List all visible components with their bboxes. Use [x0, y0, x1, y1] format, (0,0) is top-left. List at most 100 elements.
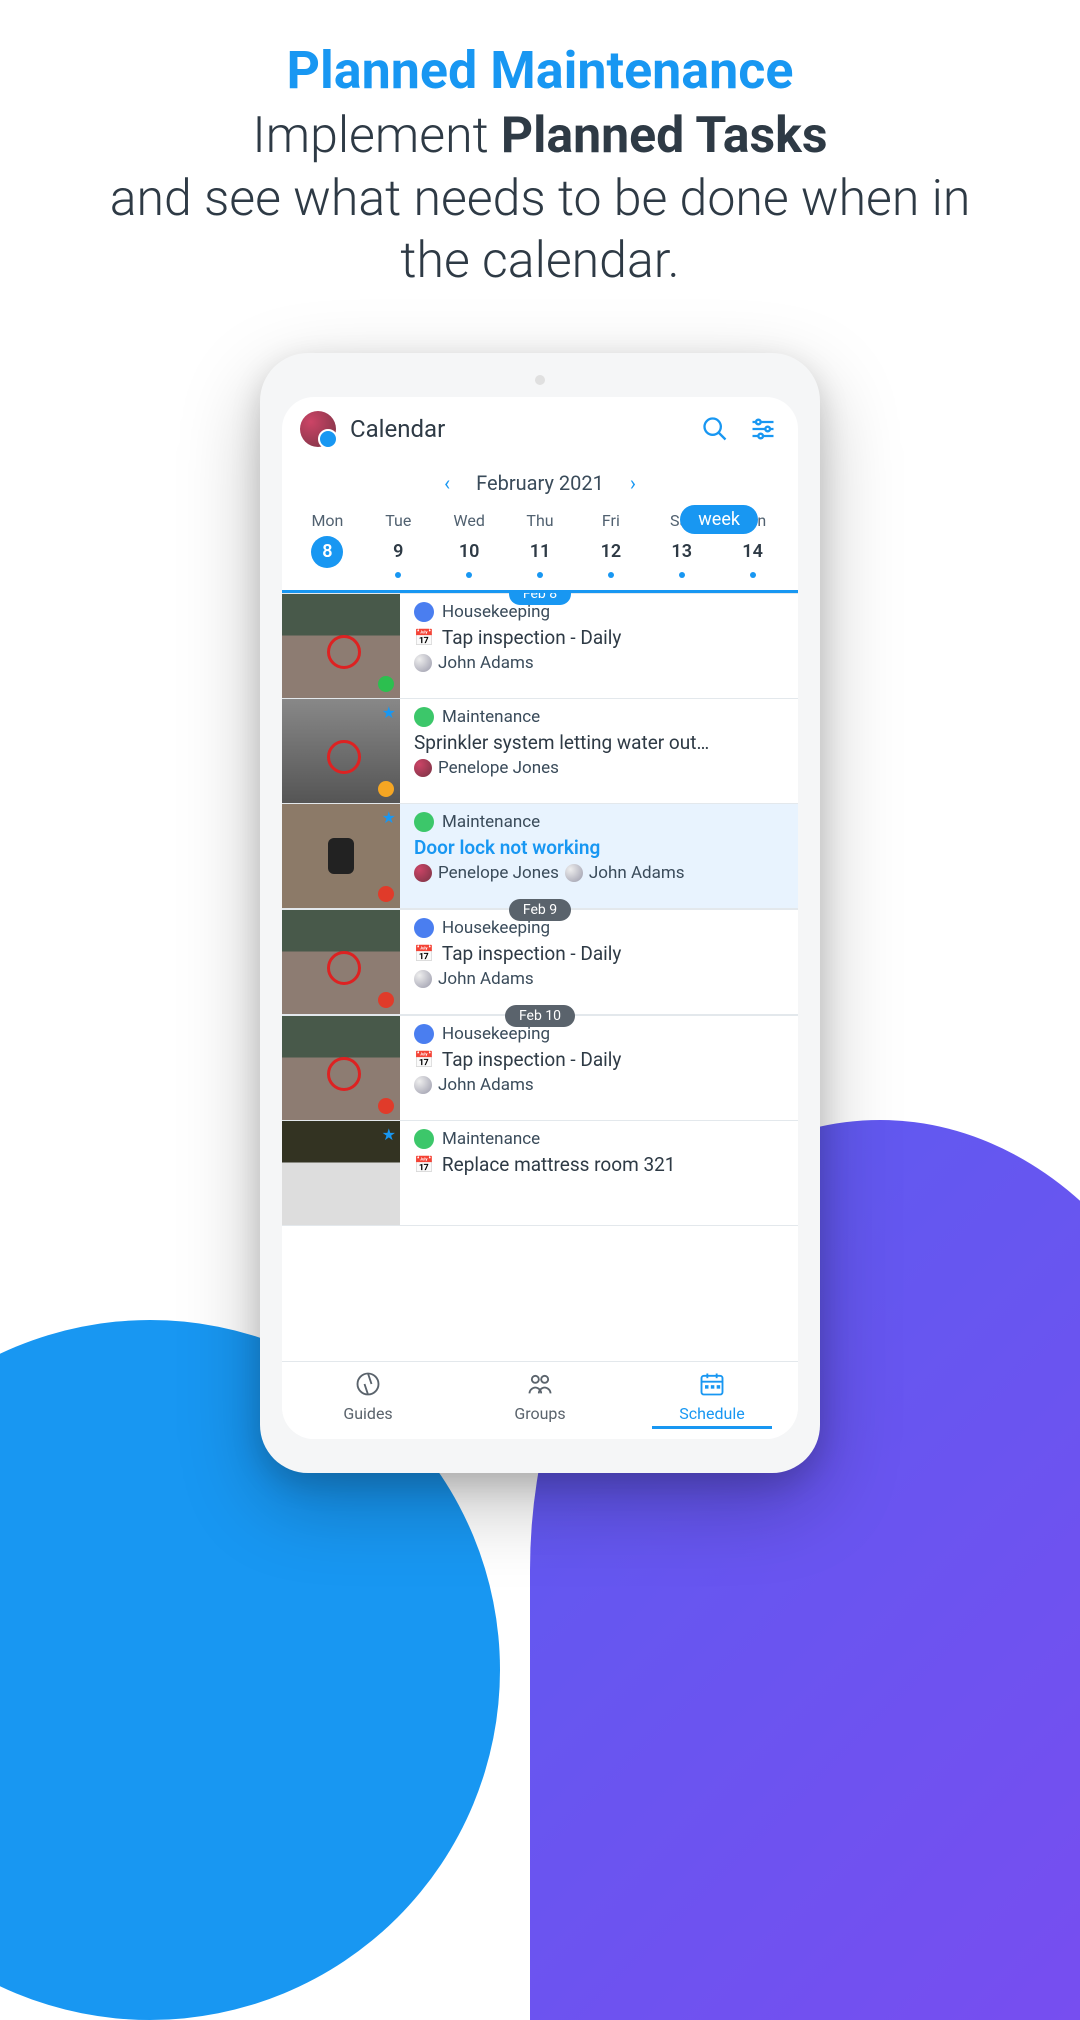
day-column[interactable]: Mon 8 [292, 511, 363, 578]
event-dot [466, 572, 472, 578]
lock-shape [328, 838, 354, 874]
assignee-name: Penelope Jones [438, 758, 559, 778]
date-badge: Feb 8 [509, 593, 571, 605]
task-body: Maintenance Door lock not working Penelo… [400, 804, 798, 908]
assignee: John Adams [414, 653, 534, 673]
task-title-row: 📅 Tap inspection - Daily [414, 942, 786, 965]
assignee-name: John Adams [438, 1075, 534, 1095]
month-label[interactable]: February 2021 [476, 471, 604, 495]
day-number[interactable]: 12 [595, 536, 627, 568]
task-card[interactable]: ★ Maintenance Door lock not working Pene… [282, 804, 798, 909]
category-row: Housekeeping [414, 918, 786, 938]
task-title: Door lock not working [414, 836, 600, 859]
day-number[interactable]: 14 [737, 536, 769, 568]
promo-line1-bold: Planned Tasks [501, 107, 828, 165]
task-title-row: 📅 Replace mattress room 321 [414, 1153, 786, 1176]
status-dot [378, 676, 394, 692]
view-mode-pill[interactable]: week [680, 505, 758, 534]
prev-month-button[interactable]: ‹ [436, 467, 458, 499]
assignee-avatar [414, 654, 432, 672]
thumb-marker [327, 1057, 361, 1091]
category-row: Maintenance [414, 707, 786, 727]
task-title: Tap inspection - Daily [442, 1048, 622, 1071]
guides-icon [282, 1370, 454, 1402]
phone-speaker [535, 375, 545, 385]
task-body: Housekeeping 📅 Tap inspection - Daily Jo… [400, 1016, 798, 1120]
day-number[interactable]: 9 [382, 536, 414, 568]
day-name: Fri [575, 511, 646, 530]
profile-avatar[interactable] [300, 411, 336, 447]
day-column[interactable]: Fri 12 [575, 511, 646, 578]
status-dot [378, 781, 394, 797]
task-thumbnail: ★ [282, 699, 400, 803]
day-number[interactable]: 8 [311, 536, 343, 568]
day-name: Thu [505, 511, 576, 530]
nav-item-schedule[interactable]: Schedule [626, 1362, 798, 1439]
assignee-avatar [414, 970, 432, 988]
task-card[interactable]: Housekeeping 📅 Tap inspection - Daily Jo… [282, 910, 798, 1015]
category-label: Housekeeping [442, 602, 550, 622]
task-body: Maintenance Sprinkler system letting wat… [400, 699, 798, 803]
category-row: Housekeeping [414, 1024, 786, 1044]
thumb-marker [327, 635, 361, 669]
assignee: Penelope Jones [414, 863, 559, 883]
day-number[interactable]: 10 [453, 536, 485, 568]
task-card[interactable]: Housekeeping 📅 Tap inspection - Daily Jo… [282, 1016, 798, 1121]
assignee: John Adams [414, 1075, 534, 1095]
star-icon: ★ [382, 1125, 396, 1144]
category-icon [414, 1024, 434, 1044]
calendar-icon: 📅 [414, 1050, 434, 1069]
groups-icon [454, 1370, 626, 1402]
day-column[interactable]: Tue 9 [363, 511, 434, 578]
nav-item-groups[interactable]: Groups [454, 1362, 626, 1439]
task-card[interactable]: Housekeeping 📅 Tap inspection - Daily Jo… [282, 594, 798, 699]
phone-frame: Calendar ‹ February 2021 › week Mon 8 Tu… [260, 353, 820, 1473]
category-label: Maintenance [442, 707, 540, 727]
thumb-marker [327, 951, 361, 985]
day-column[interactable]: Thu 11 [505, 511, 576, 578]
day-number[interactable]: 13 [666, 536, 698, 568]
filter-icon[interactable] [746, 412, 780, 446]
event-dot [679, 572, 685, 578]
assignee-name: Penelope Jones [438, 863, 559, 883]
day-column[interactable]: Wed 10 [434, 511, 505, 578]
assignees-row: John Adams [414, 969, 786, 989]
task-thumbnail [282, 594, 400, 698]
assignee: John Adams [414, 969, 534, 989]
next-month-button[interactable]: › [622, 467, 644, 499]
promo-line1-pre: Implement [252, 107, 500, 165]
assignee-name: John Adams [438, 653, 534, 673]
nav-label: Guides [343, 1404, 392, 1423]
task-title-row: 📅 Tap inspection - Daily [414, 1048, 786, 1071]
status-dot [378, 1098, 394, 1114]
search-icon[interactable] [698, 412, 732, 446]
task-title-row: Sprinkler system letting water out… [414, 731, 786, 754]
event-dot [537, 572, 543, 578]
nav-item-guides[interactable]: Guides [282, 1362, 454, 1439]
category-icon [414, 1129, 434, 1149]
promo-line2: and see what needs to be done when in th… [110, 170, 971, 291]
day-name: Mon [292, 511, 363, 530]
task-card[interactable]: ★ Maintenance 📅 Replace mattress room 32… [282, 1121, 798, 1226]
category-icon [414, 707, 434, 727]
assignees-row: John Adams [414, 1075, 786, 1095]
calendar-icon: 📅 [414, 628, 434, 647]
event-dot [395, 572, 401, 578]
assignee: Penelope Jones [414, 758, 559, 778]
category-label: Housekeeping [442, 918, 550, 938]
day-name: Tue [363, 511, 434, 530]
category-icon [414, 918, 434, 938]
star-icon: ★ [382, 808, 396, 827]
event-dot [750, 572, 756, 578]
task-list[interactable]: Feb 8 Housekeeping 📅 Tap inspection - Da… [282, 593, 798, 1361]
task-body: Housekeeping 📅 Tap inspection - Daily Jo… [400, 594, 798, 698]
event-dot [608, 572, 614, 578]
promo-block: Planned Maintenance Implement Planned Ta… [0, 0, 1080, 323]
day-name: Wed [434, 511, 505, 530]
assignees-row: John Adams [414, 653, 786, 673]
month-bar: ‹ February 2021 › week [282, 457, 798, 505]
status-dot [375, 988, 398, 1011]
task-body: Maintenance 📅 Replace mattress room 321 [400, 1121, 798, 1225]
day-number[interactable]: 11 [524, 536, 556, 568]
task-card[interactable]: ★ Maintenance Sprinkler system letting w… [282, 699, 798, 804]
